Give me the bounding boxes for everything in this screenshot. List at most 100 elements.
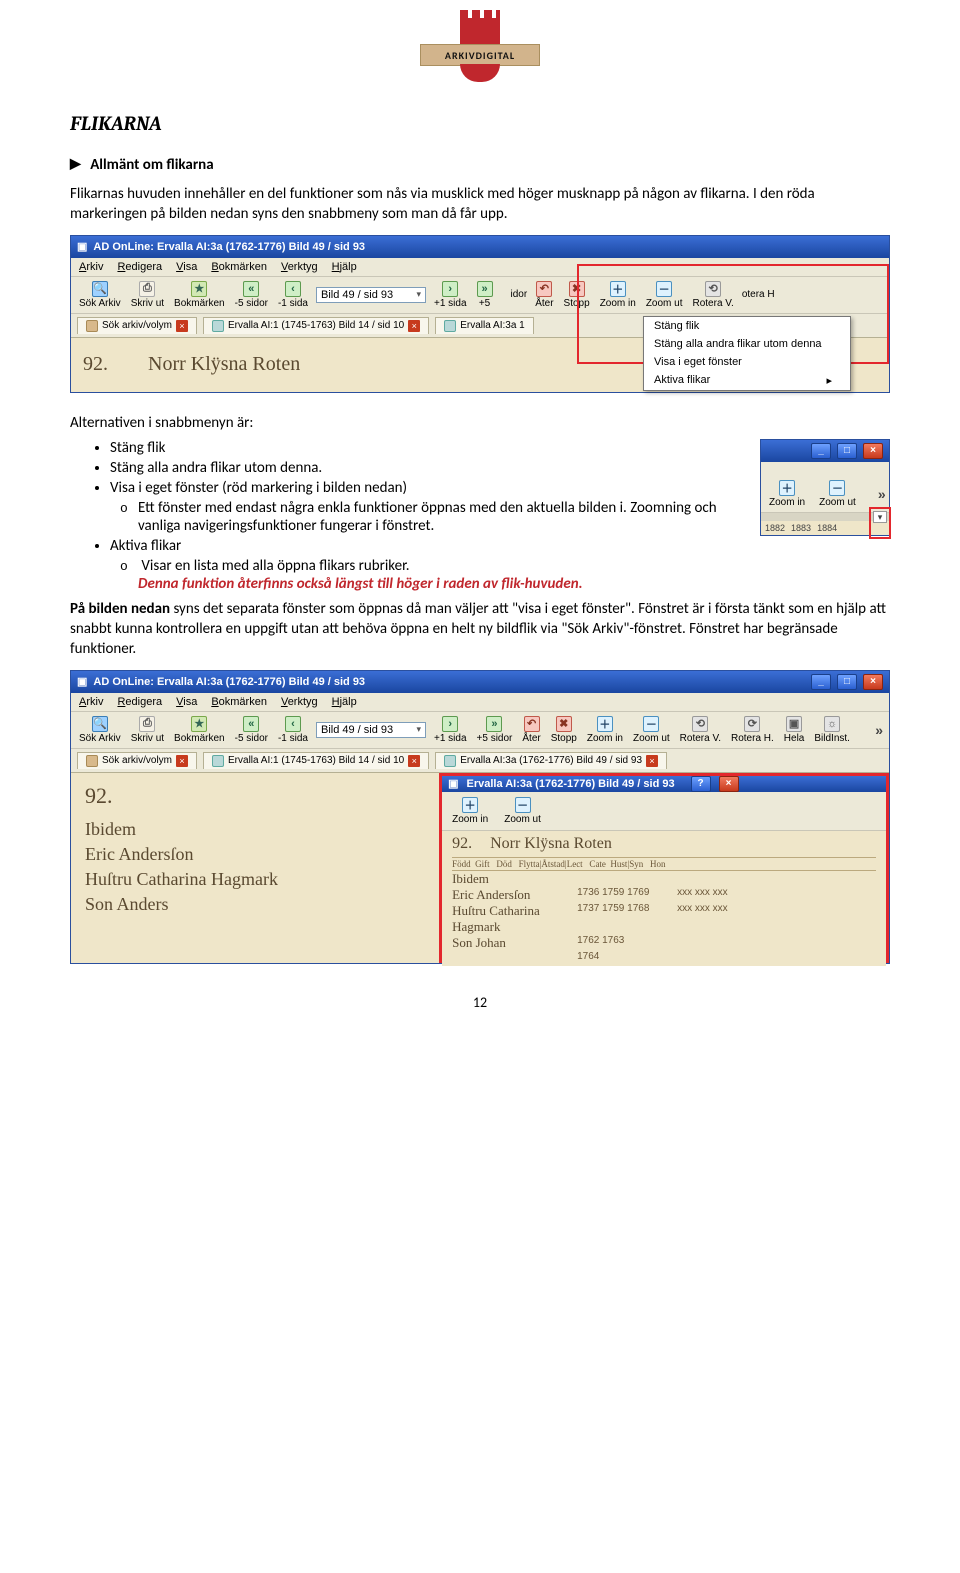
triangle-bullet-icon: ▶ xyxy=(70,155,81,172)
search-icon: 🔍 xyxy=(92,716,108,732)
popup-zoomin-button[interactable]: ＋Zoom in xyxy=(450,797,490,825)
zoomut-button[interactable]: －Zoom ut xyxy=(631,716,672,744)
menu-bar: Arkiv Redigera Visa Bokmärken Verktyg Hj… xyxy=(71,258,889,277)
overflow-icon[interactable]: » xyxy=(878,486,886,502)
close-icon[interactable]: × xyxy=(408,755,420,767)
zoomin-button[interactable]: ＋Zoom in xyxy=(598,281,638,309)
ledger-number: 92. xyxy=(85,783,425,809)
minimize-button[interactable]: _ xyxy=(811,674,831,690)
plus1-button[interactable]: ›+1 sida xyxy=(432,281,469,309)
menu-bokmarken[interactable]: Bokmärken xyxy=(211,696,267,708)
close-icon[interactable]: × xyxy=(176,755,188,767)
menu-bokmarken[interactable]: Bokmärken xyxy=(211,261,267,273)
submenu-arrow-icon: ▸ xyxy=(826,374,832,387)
rotateright-icon: ⟳ xyxy=(744,716,760,732)
app-icon: ▣ xyxy=(77,675,87,688)
window-title: AD OnLine: Ervalla AI:3a (1762-1776) Bil… xyxy=(93,241,365,253)
stop-icon: ✖ xyxy=(569,281,585,297)
minus5-button[interactable]: «-5 sidor xyxy=(233,716,270,744)
tab-overflow-button[interactable]: ▾ xyxy=(873,511,887,523)
tab-bar: Sök arkiv/volym× Ervalla AI:1 (1745-1763… xyxy=(71,749,889,773)
ctx-stang-andra[interactable]: Stäng alla andra flikar utom denna xyxy=(644,335,850,353)
red-note: Denna funktion återfinns också längst ti… xyxy=(138,575,583,593)
menu-arkiv[interactable]: Arkiv xyxy=(79,696,103,708)
minus5-button[interactable]: «-5 sidor xyxy=(233,281,270,309)
menu-redigera[interactable]: Redigera xyxy=(117,696,162,708)
tab-ervalla3a[interactable]: Ervalla AI:3a (1762-1776) Bild 49 / sid … xyxy=(435,752,667,769)
brand-logo: ARKIVDIGITAL xyxy=(70,0,890,112)
tab-ervalla1[interactable]: Ervalla AI:1 (1745-1763) Bild 14 / sid 1… xyxy=(203,317,429,334)
bildinst-button[interactable]: ☼BildInst. xyxy=(812,716,852,744)
ledger-line: Huſtru Catharina Hagmark xyxy=(85,869,425,890)
roterav-button[interactable]: ⟲Rotera V. xyxy=(678,716,723,744)
maximize-button[interactable]: □ xyxy=(837,443,857,459)
ctx-aktiva-flikar[interactable]: Aktiva flikar▸ xyxy=(644,371,850,390)
minus1-button[interactable]: ‹-1 sida xyxy=(276,716,310,744)
maximize-button[interactable]: □ xyxy=(837,674,857,690)
book-tab-icon xyxy=(444,755,456,767)
menu-verktyg[interactable]: Verktyg xyxy=(281,696,318,708)
plus5-button[interactable]: »+5 xyxy=(475,281,495,309)
menu-verktyg[interactable]: Verktyg xyxy=(281,261,318,273)
plus1-button[interactable]: ›+1 sida xyxy=(432,716,469,744)
toolbar: 🔍Sök Arkiv ⎙Skriv ut ★Bokmärken «-5 sido… xyxy=(71,712,889,749)
undo-icon: ↶ xyxy=(536,281,552,297)
mini-zoomin-button[interactable]: ＋Zoom in xyxy=(767,480,807,508)
menu-hjalp[interactable]: Hjälp xyxy=(332,261,357,273)
page-input[interactable]: Bild 49 / sid 93▾ xyxy=(316,722,426,738)
context-menu: Stäng flik Stäng alla andra flikar utom … xyxy=(643,316,851,391)
close-button[interactable]: × xyxy=(863,443,883,459)
skrivut-button[interactable]: ⎙Skriv ut xyxy=(129,716,166,744)
cut-label-oterah: otera H xyxy=(742,289,775,300)
zoomut-button[interactable]: －Zoom ut xyxy=(644,281,685,309)
bokmarken-button[interactable]: ★Bokmärken xyxy=(172,716,227,744)
menu-arkiv[interactable]: Arkiv xyxy=(79,261,103,273)
zoomin-icon: ＋ xyxy=(610,281,626,297)
ctx-visa-eget[interactable]: Visa i eget fönster xyxy=(644,353,850,371)
popup-document: 92. Norr Klÿsna Roten Född Gift Död Flyt… xyxy=(442,831,886,966)
sok-arkiv-button[interactable]: 🔍Sök Arkiv xyxy=(77,716,123,744)
close-icon[interactable]: × xyxy=(408,320,420,332)
minus1-button[interactable]: ‹-1 sida xyxy=(276,281,310,309)
ater-button[interactable]: ↶Åter xyxy=(520,716,542,744)
ater-button[interactable]: ↶Åter xyxy=(533,281,555,309)
popup-zoomut-button[interactable]: －Zoom ut xyxy=(502,797,543,825)
skrivut-button[interactable]: ⎙Skriv ut xyxy=(129,281,166,309)
ctx-stang-flik[interactable]: Stäng flik xyxy=(644,317,850,335)
intro-paragraph: Flikarnas huvuden innehåller en del funk… xyxy=(70,184,890,225)
plus5-button[interactable]: »+5 sidor xyxy=(475,716,515,744)
bokmarken-button[interactable]: ★Bokmärken xyxy=(172,281,227,309)
tab-search[interactable]: Sök arkiv/volym× xyxy=(77,752,197,769)
overflow-icon[interactable]: » xyxy=(875,722,883,738)
mini-zoomut-button[interactable]: －Zoom ut xyxy=(817,480,858,508)
menu-visa[interactable]: Visa xyxy=(176,696,197,708)
close-button[interactable]: × xyxy=(719,776,739,792)
page-input[interactable]: Bild 49 / sid 93▾ xyxy=(316,287,426,303)
tab-ervalla3a[interactable]: Ervalla AI:3a 1 xyxy=(435,317,533,334)
roterah-button[interactable]: ⟳Rotera H. xyxy=(729,716,776,744)
ledger-number: 92. xyxy=(452,835,472,853)
close-button[interactable]: × xyxy=(863,674,883,690)
hela-button[interactable]: ▣Hela xyxy=(782,716,807,744)
stopp-button[interactable]: ✖Stopp xyxy=(562,281,592,309)
menu-visa[interactable]: Visa xyxy=(176,261,197,273)
window-title: AD OnLine: Ervalla AI:3a (1762-1776) Bil… xyxy=(93,676,365,688)
screenshot-2: ▣ AD OnLine: Ervalla AI:3a (1762-1776) B… xyxy=(70,670,890,964)
tab-search[interactable]: Sök arkiv/volym× xyxy=(77,317,197,334)
ledger-line: Ibidem xyxy=(85,819,425,840)
zoomout-icon: － xyxy=(829,480,845,496)
roterav-button[interactable]: ⟲Rotera V. xyxy=(691,281,736,309)
sok-arkiv-button[interactable]: 🔍Sök Arkiv xyxy=(77,281,123,309)
close-icon[interactable]: × xyxy=(176,320,188,332)
help-button[interactable]: ? xyxy=(691,776,711,792)
menu-redigera[interactable]: Redigera xyxy=(117,261,162,273)
cut-label-idor: idor xyxy=(511,289,528,300)
zoomin-button[interactable]: ＋Zoom in xyxy=(585,716,625,744)
menu-hjalp[interactable]: Hjälp xyxy=(332,696,357,708)
close-icon[interactable]: × xyxy=(646,755,658,767)
stopp-button[interactable]: ✖Stopp xyxy=(549,716,579,744)
prev-icon: ‹ xyxy=(285,281,301,297)
ledger-line: Eric Andersſon xyxy=(85,844,425,865)
tab-ervalla1[interactable]: Ervalla AI:1 (1745-1763) Bild 14 / sid 1… xyxy=(203,752,429,769)
minimize-button[interactable]: _ xyxy=(811,443,831,459)
